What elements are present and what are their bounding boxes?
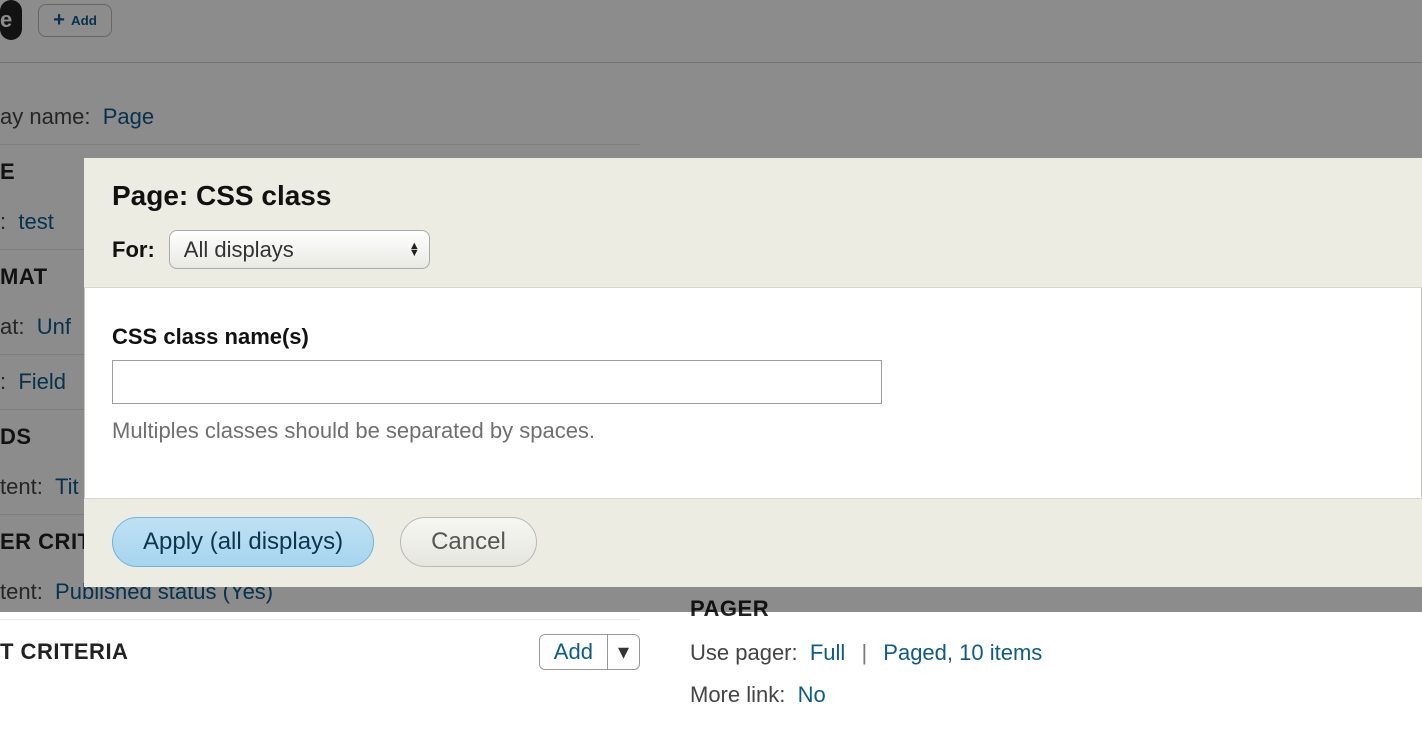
for-select-wrap: All displays This page (override) ▲▼ [169, 230, 430, 269]
use-pager-row: Use pager: Full | Paged, 10 items [690, 640, 1410, 666]
modal-title: Page: CSS class [112, 180, 1394, 212]
use-pager-link-2[interactable]: Paged, 10 items [883, 640, 1042, 665]
separator-pipe: | [861, 640, 867, 665]
sort-section-head: T CRITERIA [0, 639, 128, 665]
for-row: For: All displays This page (override) ▲… [112, 230, 1394, 269]
css-class-modal: Page: CSS class For: All displays This p… [84, 158, 1422, 587]
apply-button[interactable]: Apply (all displays) [112, 517, 374, 567]
cancel-button-label: Cancel [431, 528, 506, 555]
use-pager-link-1[interactable]: Full [810, 640, 845, 665]
use-pager-label: Use pager: [690, 640, 798, 665]
more-link-label: More link: [690, 682, 785, 707]
for-label: For: [112, 237, 155, 263]
add-sort-split-button[interactable]: Add ▾ [539, 634, 640, 670]
modal-footer: Apply (all displays) Cancel [84, 498, 1422, 587]
caret-down-icon: ▾ [608, 635, 639, 669]
more-link-value[interactable]: No [798, 682, 826, 707]
css-class-input[interactable] [112, 360, 882, 404]
css-class-field-label: CSS class name(s) [112, 324, 1394, 350]
modal-body: CSS class name(s) Multiples classes shou… [84, 288, 1422, 498]
cancel-button[interactable]: Cancel [400, 517, 537, 567]
add-sort-label: Add [540, 635, 608, 669]
sort-section-row: T CRITERIA Add ▾ [0, 620, 640, 684]
for-select[interactable]: All displays This page (override) [169, 230, 430, 269]
apply-button-label: Apply (all displays) [143, 528, 343, 555]
css-class-help-text: Multiples classes should be separated by… [112, 418, 1394, 444]
right-column: PAGER Use pager: Full | Paged, 10 items … [690, 596, 1410, 724]
modal-header: Page: CSS class For: All displays This p… [84, 158, 1422, 288]
more-link-row: More link: No [690, 682, 1410, 708]
